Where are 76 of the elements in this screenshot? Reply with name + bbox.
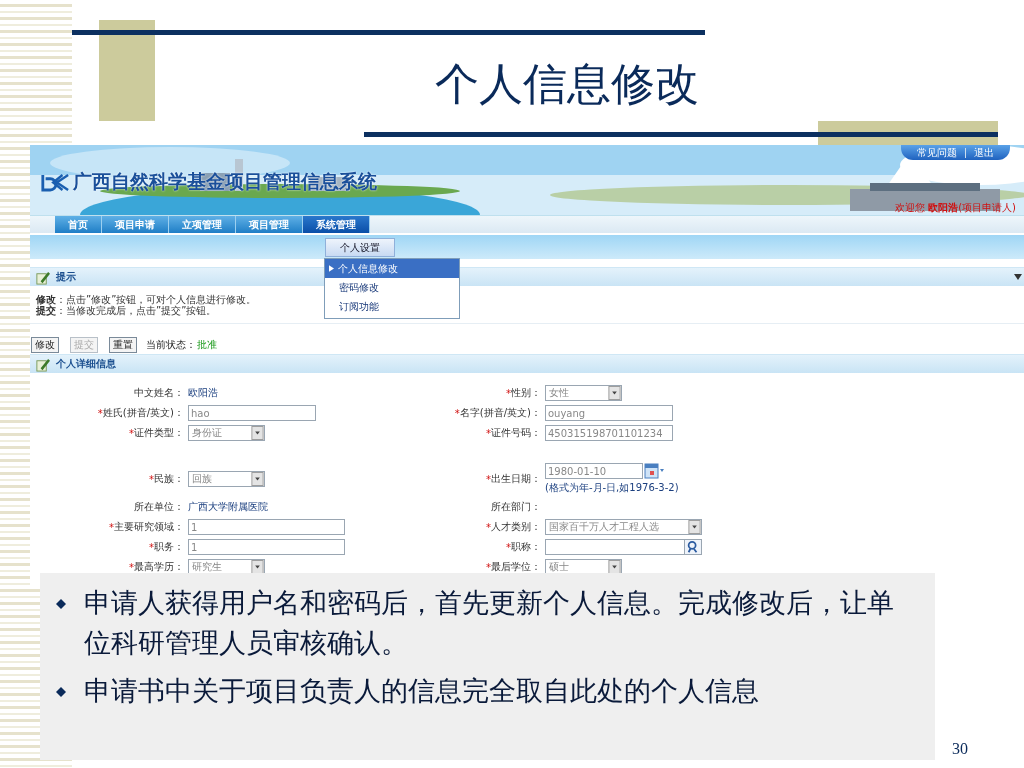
field-label: 职务： (154, 540, 184, 554)
header-link[interactable]: 常见问题 (917, 145, 957, 160)
bullet-icon (56, 599, 66, 609)
pointer-icon (329, 265, 334, 272)
required-mark: * (97, 407, 103, 419)
field-label: 民族： (154, 472, 184, 486)
dropdown-field[interactable]: 国家百千万人才工程人选 (545, 519, 702, 535)
pen-icon (35, 269, 50, 285)
panel-title: 个人详细信息 (56, 357, 116, 371)
search-icon[interactable] (684, 540, 701, 554)
required-mark: * (149, 541, 154, 553)
action-button[interactable]: 重置 (109, 336, 137, 353)
field-label: 职称： (511, 540, 541, 554)
required-mark: * (506, 541, 511, 553)
field-label: 最高学历： (134, 560, 184, 574)
slide-title: 个人信息修改 (435, 62, 699, 110)
caret-icon[interactable] (1014, 274, 1022, 280)
input-field[interactable]: 1 (188, 539, 345, 555)
required-mark: * (109, 521, 114, 533)
tip-text: 提交：当修改完成后，点击”提交”按钮。 (36, 304, 217, 316)
field-label: 中文姓名： (134, 386, 184, 400)
required-mark: * (129, 427, 134, 439)
field-label: 主要研究领域： (114, 520, 184, 534)
field-label: 性别： (511, 386, 541, 400)
field-label: 所在单位： (134, 500, 184, 514)
bullet-icon (56, 687, 66, 697)
nav-tab[interactable]: 项目管理 (236, 216, 303, 233)
required-mark: * (454, 407, 460, 419)
required-mark: * (486, 427, 491, 439)
header-link[interactable]: 退出 (974, 145, 994, 160)
menu-item[interactable]: 个人信息修改 (325, 259, 459, 278)
required-mark: * (506, 387, 511, 399)
field-label: 出生日期： (491, 472, 541, 486)
field-value: 广西大学附属医院 (188, 500, 268, 514)
format-hint: (格式为年-月-日,如1976-3-2) (545, 481, 679, 495)
bullet-text: 申请书中关于项目负责人的信息完全取自此处的个人信息 (84, 674, 759, 708)
input-field[interactable]: 450315198701101234 (545, 425, 673, 441)
required-mark: * (486, 473, 491, 485)
field-label: 名字(拼音/英文)： (459, 406, 541, 420)
input-field[interactable]: ouyang (545, 405, 673, 421)
status-value: 批准 (197, 337, 217, 352)
panel-title: 提示 (56, 270, 76, 284)
pen-icon (35, 356, 50, 372)
required-mark: * (129, 561, 134, 573)
menu-item[interactable]: 密码修改 (325, 278, 459, 297)
menu-item[interactable]: 订阅功能 (325, 297, 459, 316)
nav-tab[interactable]: 立项管理 (169, 216, 236, 233)
field-label: 人才类别： (491, 520, 541, 534)
submenu-item[interactable]: 个人设置 (325, 238, 395, 257)
field-label: 证件号码： (491, 426, 541, 440)
field-label: 证件类型： (134, 426, 184, 440)
field-value: 欧阳浩 (188, 386, 218, 400)
action-button[interactable]: 修改 (31, 336, 59, 353)
tip-text: 修改：点击”修改”按钮，可对个人信息进行修改。 (36, 293, 257, 305)
required-mark: * (486, 521, 491, 533)
nav-tab[interactable]: 系统管理 (303, 216, 370, 233)
dropdown-field[interactable]: 身份证 (188, 425, 265, 441)
field-label: 所在部门： (491, 500, 541, 514)
date-field[interactable]: 1980-01-10 (545, 463, 643, 479)
page-number: 30 (952, 740, 968, 758)
status-label: 当前状态： (146, 337, 196, 352)
welcome-text: 欢迎您 欧阳浩(项目申请人) (895, 201, 1016, 215)
field-label: 姓氏(拼音/英文)： (102, 406, 184, 420)
dropdown-field[interactable]: 女性 (545, 385, 622, 401)
bullet-text: 申请人获得用户名和密码后，首先更新个人信息。完成修改后，让单位科研管理人员审核确认。 (84, 586, 895, 660)
logo-icon (40, 172, 70, 192)
calendar-icon[interactable] (644, 463, 664, 479)
field-label: 最后学位： (491, 560, 541, 574)
input-field[interactable]: 1 (188, 519, 345, 535)
input-field[interactable]: hao (188, 405, 316, 421)
nav-tab[interactable]: 项目申请 (102, 216, 169, 233)
dropdown-field[interactable]: 回族 (188, 471, 265, 487)
required-mark: * (149, 473, 154, 485)
nav-tab[interactable]: 首页 (55, 216, 102, 233)
required-mark: * (486, 561, 491, 573)
lookup-field[interactable] (545, 539, 702, 555)
